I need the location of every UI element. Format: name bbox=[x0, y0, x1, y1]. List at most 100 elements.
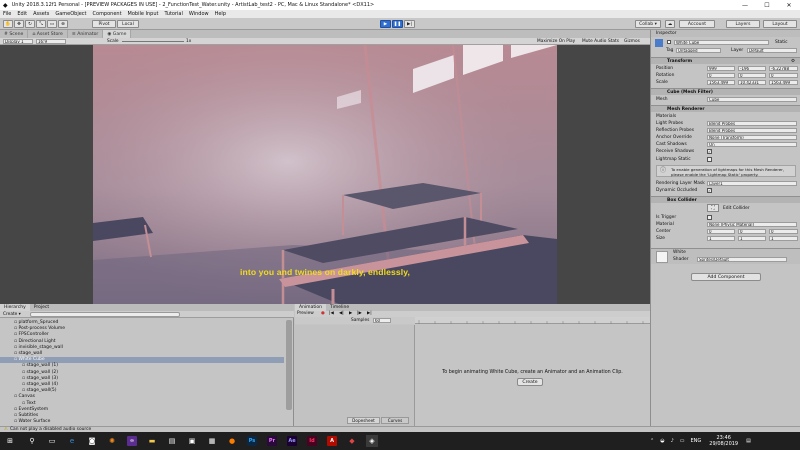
pivot-toggle[interactable]: Pivot bbox=[92, 20, 116, 28]
tab-game[interactable]: ◉ Game bbox=[103, 30, 132, 38]
edit-collider-button[interactable]: ⛶ bbox=[707, 204, 719, 212]
play-button[interactable]: ▶ bbox=[380, 20, 391, 28]
taskbar-explorer[interactable]: ▬ bbox=[146, 435, 158, 447]
menu-assets[interactable]: Assets bbox=[33, 11, 49, 17]
dynamic-occluded-checkbox[interactable]: ✓ bbox=[707, 188, 712, 193]
layout-dropdown[interactable]: Layout bbox=[763, 20, 797, 28]
network-icon[interactable]: ◒ bbox=[660, 438, 664, 444]
taskbar-aftereffects[interactable]: Ae bbox=[286, 435, 298, 447]
taskbar-app-gray[interactable]: ▣ bbox=[186, 435, 198, 447]
reflection-probes-dropdown[interactable]: Blend Probes bbox=[707, 128, 797, 133]
hierarchy-item[interactable]: ▫ FPSController bbox=[0, 332, 284, 338]
preview-toggle[interactable]: Preview bbox=[297, 311, 314, 316]
collider-material-field[interactable]: None (Physic Material) bbox=[707, 222, 797, 227]
play-anim-icon[interactable]: ▶ bbox=[349, 311, 352, 316]
scale-tool-button[interactable]: ⤡ bbox=[36, 20, 46, 28]
hierarchy-item[interactable]: ▫ stage_wall (2) bbox=[0, 370, 284, 376]
size-z-field[interactable]: 1 bbox=[769, 236, 798, 241]
hierarchy-item[interactable]: ▫ Text bbox=[0, 401, 284, 407]
taskbar-acrobat[interactable]: A bbox=[326, 435, 338, 447]
rotation-y-field[interactable]: 0 bbox=[738, 73, 766, 78]
hierarchy-item[interactable]: ▫ EventSystem bbox=[0, 407, 284, 413]
menu-component[interactable]: Component bbox=[93, 11, 122, 17]
hierarchy-item[interactable]: ▫ stage_wall (1) bbox=[0, 363, 284, 369]
taskbar-premiere[interactable]: Pr bbox=[266, 435, 278, 447]
search-button[interactable]: ⚲ bbox=[26, 435, 38, 447]
taskbar-app-red[interactable]: ◆ bbox=[346, 435, 358, 447]
add-component-button[interactable]: Add Component bbox=[691, 273, 761, 281]
mesh-filter-header[interactable]: Cube (Mesh Filter) bbox=[651, 88, 800, 95]
last-key-icon[interactable]: ▶| bbox=[367, 311, 372, 316]
taskbar-camera[interactable]: ◙ bbox=[86, 435, 98, 447]
close-button[interactable]: ✕ bbox=[778, 0, 800, 10]
create-dropdown[interactable]: Create ▾ bbox=[3, 312, 21, 317]
tag-dropdown[interactable]: Untagged bbox=[676, 48, 721, 53]
position-z-field[interactable]: -6.22788 bbox=[769, 66, 798, 71]
lightmap-static-checkbox[interactable] bbox=[707, 157, 712, 162]
active-checkbox[interactable] bbox=[667, 40, 671, 44]
hierarchy-item[interactable]: ▫ Canvas bbox=[0, 394, 284, 400]
input-language[interactable]: ENG bbox=[691, 438, 702, 444]
static-toggle[interactable]: Static bbox=[775, 40, 788, 45]
center-z-field[interactable]: 0 bbox=[769, 229, 798, 234]
receive-shadows-checkbox[interactable]: ✓ bbox=[707, 149, 712, 154]
tab-animation[interactable]: Animation bbox=[295, 304, 326, 311]
position-y-field[interactable]: -196 bbox=[738, 66, 766, 71]
taskbar-photoshop[interactable]: Ps bbox=[246, 435, 258, 447]
next-key-icon[interactable]: |▶ bbox=[357, 311, 362, 316]
hierarchy-item[interactable]: ▫ stage_wall (3) bbox=[0, 376, 284, 382]
start-button[interactable]: ⊞ bbox=[4, 435, 16, 447]
hierarchy-item[interactable]: ▫ Directional Light bbox=[0, 339, 284, 345]
taskbar-blender[interactable]: ✺ bbox=[106, 435, 118, 447]
tab-asset-store[interactable]: ⌂ Asset Store bbox=[28, 30, 68, 38]
menu-mobile-input[interactable]: Mobile Input bbox=[128, 11, 159, 17]
collab-button[interactable]: Collab ▾ bbox=[635, 20, 661, 28]
scale-slider[interactable] bbox=[122, 41, 184, 42]
menu-edit[interactable]: Edit bbox=[17, 11, 27, 17]
tab-project[interactable]: Project bbox=[30, 304, 53, 311]
display-dropdown[interactable]: Display 1 bbox=[3, 39, 33, 44]
account-dropdown[interactable]: Account bbox=[679, 20, 715, 28]
record-icon[interactable]: ● bbox=[321, 311, 325, 316]
gizmos-dropdown[interactable]: Gizmos bbox=[624, 39, 640, 44]
taskbar-store[interactable]: ▤ bbox=[166, 435, 178, 447]
create-animation-button[interactable]: Create bbox=[517, 378, 543, 386]
taskbar-unity[interactable]: ◈ bbox=[366, 435, 378, 447]
taskbar-firefox[interactable]: ● bbox=[226, 435, 238, 447]
materials-row[interactable]: Materials bbox=[651, 113, 800, 120]
curves-tab[interactable]: Curves bbox=[381, 417, 409, 424]
scale-y-field[interactable]: 10.42331 bbox=[738, 80, 766, 85]
local-toggle[interactable]: Local bbox=[117, 20, 139, 28]
task-view-button[interactable]: ▭ bbox=[46, 435, 58, 447]
tab-animator[interactable]: ≡ Animator bbox=[68, 30, 104, 38]
transform-tool-button[interactable]: ⊕ bbox=[58, 20, 68, 28]
hierarchy-item[interactable]: ▫ stage_wall(5) bbox=[0, 388, 284, 394]
hierarchy-search-input[interactable] bbox=[30, 312, 180, 317]
position-x-field[interactable]: 999 bbox=[707, 66, 735, 71]
battery-icon[interactable]: ▭ bbox=[680, 438, 685, 444]
anchor-override-field[interactable]: None (Transform) bbox=[707, 135, 797, 140]
maximize-button[interactable]: ☐ bbox=[756, 0, 778, 10]
box-collider-header[interactable]: Box Collider bbox=[651, 196, 800, 203]
rotate-tool-button[interactable]: ↻ bbox=[25, 20, 35, 28]
mute-audio-toggle[interactable]: Mute Audio bbox=[582, 39, 606, 44]
pause-button[interactable]: ❚❚ bbox=[392, 20, 403, 28]
tray-chevron-icon[interactable]: ⌃ bbox=[650, 438, 654, 444]
inspector-tab[interactable]: Inspector bbox=[651, 30, 800, 37]
hierarchy-item[interactable]: ▫ invisible_stage_wall bbox=[0, 345, 284, 351]
menu-tutorial[interactable]: Tutorial bbox=[164, 11, 182, 17]
taskbar-edge[interactable]: e bbox=[66, 435, 78, 447]
taskbar-visual-studio[interactable]: ∞ bbox=[126, 435, 138, 447]
notifications-icon[interactable]: ▤ bbox=[746, 438, 751, 444]
rendering-layer-dropdown[interactable]: Layer1 bbox=[707, 181, 797, 186]
step-button[interactable]: ▶| bbox=[404, 20, 415, 28]
light-probes-dropdown[interactable]: Blend Probes bbox=[707, 121, 797, 126]
scale-z-field[interactable]: 1563.499 bbox=[769, 80, 798, 85]
hand-tool-button[interactable]: ✋ bbox=[3, 20, 13, 28]
tab-scene[interactable]: # Scene bbox=[0, 30, 29, 38]
menu-file[interactable]: File bbox=[3, 11, 11, 17]
rotation-z-field[interactable]: 0 bbox=[769, 73, 798, 78]
tab-hierarchy[interactable]: Hierarchy bbox=[0, 304, 30, 311]
dopesheet-tab[interactable]: Dopesheet bbox=[347, 417, 380, 424]
is-trigger-checkbox[interactable] bbox=[707, 215, 712, 220]
